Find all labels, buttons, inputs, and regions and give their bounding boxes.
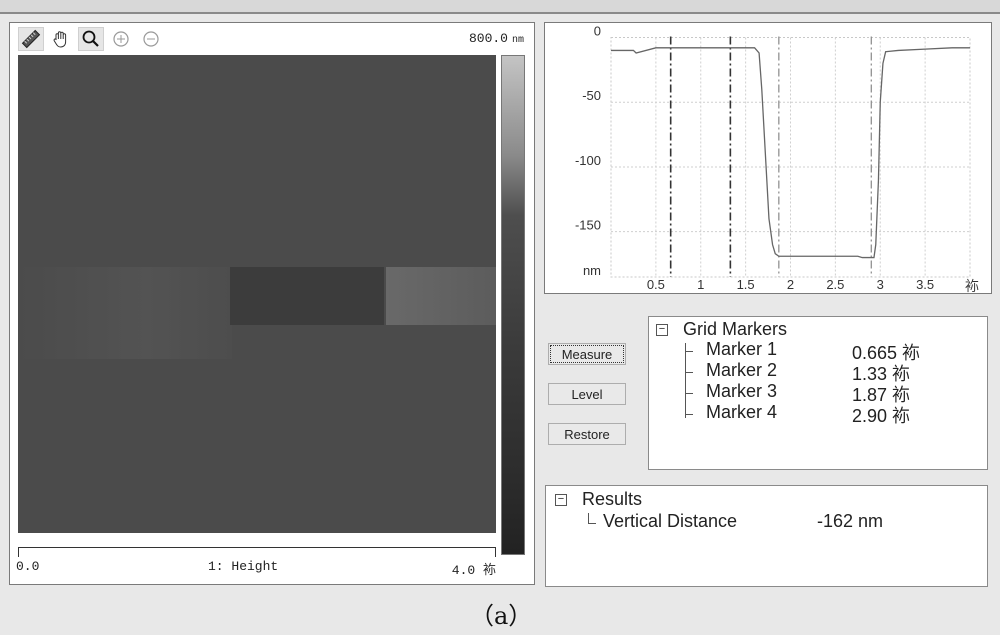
zoom-in-icon — [113, 31, 129, 47]
x-tick-label: 3.5 — [916, 277, 934, 292]
afm-etched-pit — [230, 267, 384, 325]
channel-label: 1: Height — [208, 559, 279, 574]
colorbar-unit: nm — [511, 35, 524, 46]
x-tick-label: 1 — [697, 277, 704, 292]
x-start-label: 0.0 — [16, 559, 40, 574]
x-tick-label: 2.5 — [826, 277, 844, 292]
zoom-out-icon — [143, 31, 159, 47]
collapse-toggle-icon[interactable]: − — [656, 324, 668, 336]
result-value: -162 nm — [817, 511, 884, 531]
tree-connector — [685, 393, 693, 394]
y-tick-label: -50 — [582, 88, 601, 103]
action-buttons: Measure Level Restore — [548, 343, 628, 463]
zoom-tool-button[interactable] — [78, 27, 104, 51]
y-tick-label: 0 — [594, 23, 601, 38]
marker-label: Marker 3 — [706, 381, 778, 401]
y-axis-unit-label: nm — [583, 263, 601, 278]
afm-height-image[interactable] — [18, 55, 496, 533]
measure-button[interactable]: Measure — [548, 343, 626, 365]
marker-label: Marker 2 — [706, 360, 778, 380]
hand-pan-icon — [53, 31, 67, 48]
window-top-bar — [0, 0, 1000, 14]
tree-connector — [588, 523, 596, 524]
grid-markers-tree: − Grid Markers Marker 1 0.665 袮 Marker 2 1.… — [648, 316, 988, 470]
marker-label: Marker 1 — [706, 339, 778, 359]
collapse-toggle-icon[interactable]: − — [555, 494, 567, 506]
x-scale-bar — [18, 547, 496, 557]
x-tick-label: 1.5 — [737, 277, 755, 292]
tree-connector — [685, 414, 693, 415]
image-toolbar — [18, 27, 164, 51]
ruler-tool-button[interactable] — [18, 27, 44, 51]
tree-connector — [685, 351, 693, 352]
results-tree: − Results Vertical Distance -162 nm — [545, 485, 988, 587]
x-axis-unit-label: 袮 — [965, 279, 979, 293]
profile-chart-panel: 0.5 1 1.5 2 2.5 3 3.5 0 -50 -100 -150 nm 袮 — [544, 22, 992, 295]
x-tick-label: 2 — [787, 277, 794, 292]
pan-tool-button[interactable] — [48, 27, 74, 51]
image-view-panel: 800.0 nm 0.0 1: Height 4.0 袮 — [9, 22, 535, 585]
colorbar-max-label: 800.0 nm — [469, 31, 524, 46]
x-tick-label: 0.5 — [647, 277, 665, 292]
colorbar-max-value: 800.0 — [468, 31, 508, 46]
afm-raised-region — [386, 267, 496, 325]
magnifier-icon — [82, 30, 99, 47]
y-tick-label: -150 — [575, 218, 601, 233]
grid-markers-title: Grid Markers — [683, 319, 788, 339]
results-title: Results — [582, 489, 643, 509]
tree-connector — [588, 513, 589, 523]
afm-surface-band — [18, 267, 232, 359]
figure-caption: （a） — [470, 602, 533, 630]
zoom-in-button[interactable] — [108, 27, 134, 51]
level-button[interactable]: Level — [548, 383, 626, 405]
ruler-icon — [21, 29, 41, 49]
result-label: Vertical Distance — [603, 511, 738, 531]
tree-connector — [685, 372, 693, 373]
plot-area — [610, 36, 971, 278]
x-tick-label: 3 — [877, 277, 884, 292]
tree-connector — [685, 343, 686, 418]
height-colorbar — [501, 55, 525, 555]
profile-chart[interactable]: 0.5 1 1.5 2 2.5 3 3.5 0 -50 -100 -150 nm 袮 — [545, 23, 991, 295]
restore-button[interactable]: Restore — [548, 423, 626, 445]
marker-value: 2.90 袮 — [852, 406, 911, 426]
marker-label: Marker 4 — [706, 402, 778, 422]
y-tick-label: -100 — [575, 153, 601, 168]
x-end-label: 4.0 袮 — [451, 563, 496, 578]
zoom-out-button[interactable] — [138, 27, 164, 51]
